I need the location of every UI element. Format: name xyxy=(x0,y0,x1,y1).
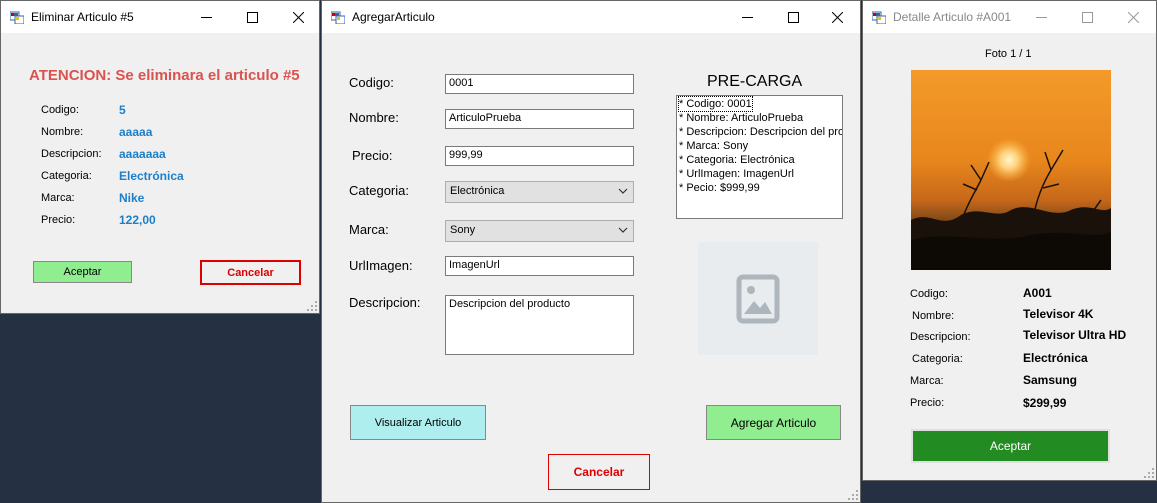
field-label-descripcion: Descripcion: xyxy=(41,148,102,160)
title-bar[interactable]: AgregarArticulo xyxy=(322,1,860,33)
field-label-categoria: Categoria: xyxy=(912,353,963,365)
codigo-field[interactable]: 0001 xyxy=(445,74,634,94)
minimize-button[interactable] xyxy=(183,1,229,33)
chevron-down-icon xyxy=(618,227,628,233)
close-button[interactable] xyxy=(1110,1,1156,33)
app-icon xyxy=(10,11,24,24)
window-title: AgregarArticulo xyxy=(352,10,435,24)
product-photo xyxy=(911,70,1111,270)
field-label-marca: Marca: xyxy=(41,192,75,204)
label-precio: Precio: xyxy=(352,148,393,163)
resize-grip[interactable] xyxy=(1144,468,1154,478)
precio-field[interactable]: 999,99 xyxy=(445,146,634,166)
label-codigo: Codigo: xyxy=(349,75,394,90)
precarga-list[interactable]: * Codigo: 0001 * Nombre: ArticuloPrueba … xyxy=(676,95,843,219)
detail-article-window: Detalle Articulo #A001 Foto 1 / 1 Codigo… xyxy=(862,0,1157,481)
field-value-marca: Samsung xyxy=(1023,373,1078,387)
chevron-down-icon xyxy=(618,188,628,194)
photo-counter: Foto 1 / 1 xyxy=(985,48,1032,60)
close-icon xyxy=(831,11,843,23)
field-value-precio: $299,99 xyxy=(1023,396,1067,410)
maximize-icon xyxy=(1081,11,1093,23)
close-button[interactable] xyxy=(275,1,319,33)
field-label-nombre: Nombre: xyxy=(912,310,955,322)
label-descripcion: Descripcion: xyxy=(349,295,421,310)
precarga-line[interactable]: * Nombre: ArticuloPrueba xyxy=(679,111,840,125)
maximize-button[interactable] xyxy=(229,1,275,33)
precarga-line[interactable]: * UrlImagen: ImagenUrl xyxy=(679,167,840,181)
minimize-icon xyxy=(1035,16,1047,18)
image-placeholder-icon xyxy=(736,274,780,323)
minimize-button[interactable] xyxy=(724,1,770,33)
label-categoria: Categoria: xyxy=(349,183,409,198)
field-value-marca: Nike xyxy=(119,191,145,205)
marca-select[interactable]: Sony xyxy=(445,220,634,242)
field-label-precio: Precio: xyxy=(41,214,76,226)
field-value-descripcion: Televisor Ultra HD xyxy=(1023,328,1127,342)
categoria-select-value: Electrónica xyxy=(450,185,505,197)
resize-grip[interactable] xyxy=(307,301,317,311)
field-value-nombre: Televisor 4K xyxy=(1023,307,1094,321)
close-icon xyxy=(292,11,304,23)
title-bar[interactable]: Eliminar Articulo #5 xyxy=(1,1,319,33)
field-label-nombre: Nombre: xyxy=(41,126,84,138)
maximize-button[interactable] xyxy=(770,1,816,33)
field-value-descripcion: aaaaaaa xyxy=(119,147,166,161)
field-label-codigo: Codigo: xyxy=(41,104,79,116)
window-title: Detalle Articulo #A001 xyxy=(893,10,1012,24)
nombre-field[interactable]: ArticuloPrueba xyxy=(445,109,634,129)
precarga-line[interactable]: * Descripcion: Descripcion del producto xyxy=(679,125,842,139)
cancel-button[interactable]: Cancelar xyxy=(548,454,650,490)
minimize-icon xyxy=(200,16,212,18)
label-marca: Marca: xyxy=(349,222,389,237)
app-icon xyxy=(872,11,886,24)
app-icon xyxy=(331,11,345,24)
categoria-select[interactable]: Electrónica xyxy=(445,181,634,203)
urlimagen-field[interactable]: ImagenUrl xyxy=(445,256,634,276)
field-value-categoria: Electrónica xyxy=(119,169,184,183)
precarga-line[interactable]: * Marca: Sony xyxy=(679,139,840,153)
field-label-precio: Precio: xyxy=(910,397,945,409)
add-article-button[interactable]: Agregar Articulo xyxy=(706,405,841,440)
field-label-categoria: Categoria: xyxy=(41,170,92,182)
field-label-codigo: Codigo: xyxy=(910,288,948,300)
field-value-precio: 122,00 xyxy=(119,213,156,227)
maximize-icon xyxy=(246,11,258,23)
precarga-line[interactable]: * Categoria: Electrónica xyxy=(679,153,840,167)
accept-button[interactable]: Aceptar xyxy=(911,429,1110,463)
precarga-line[interactable]: * Codigo: 0001 xyxy=(678,96,753,112)
field-value-codigo: A001 xyxy=(1023,286,1052,300)
maximize-icon xyxy=(787,11,799,23)
field-label-descripcion: Descripcion: xyxy=(910,331,971,343)
delete-article-window: Eliminar Articulo #5 ATENCION: Se elimin… xyxy=(0,0,320,314)
field-value-nombre: aaaaa xyxy=(119,125,153,139)
field-label-marca: Marca: xyxy=(910,375,944,387)
cancel-button[interactable]: Cancelar xyxy=(200,260,301,285)
marca-select-value: Sony xyxy=(450,224,476,236)
add-article-window: AgregarArticulo Codigo: Nombre: Precio: … xyxy=(321,0,861,503)
minimize-button[interactable] xyxy=(1018,1,1064,33)
field-value-codigo: 5 xyxy=(119,103,126,117)
resize-grip[interactable] xyxy=(848,490,858,500)
label-nombre: Nombre: xyxy=(349,110,399,125)
window-title: Eliminar Articulo #5 xyxy=(31,10,134,24)
field-value-categoria: Electrónica xyxy=(1023,351,1088,365)
visualize-button[interactable]: Visualizar Articulo xyxy=(350,405,486,440)
maximize-button[interactable] xyxy=(1064,1,1110,33)
close-icon xyxy=(1127,11,1139,23)
close-button[interactable] xyxy=(814,1,860,33)
accept-button[interactable]: Aceptar xyxy=(33,261,132,283)
warning-message: ATENCION: Se eliminara el articulo #5 xyxy=(29,67,300,84)
descripcion-textarea[interactable]: Descripcion del producto xyxy=(445,295,634,355)
label-urlimagen: UrlImagen: xyxy=(349,258,413,273)
precarga-title: PRE-CARGA xyxy=(707,73,803,90)
precarga-line[interactable]: * Pecio: $999,99 xyxy=(679,181,840,195)
minimize-icon xyxy=(741,16,753,18)
title-bar[interactable]: Detalle Articulo #A001 xyxy=(863,1,1156,33)
image-preview xyxy=(698,242,818,355)
